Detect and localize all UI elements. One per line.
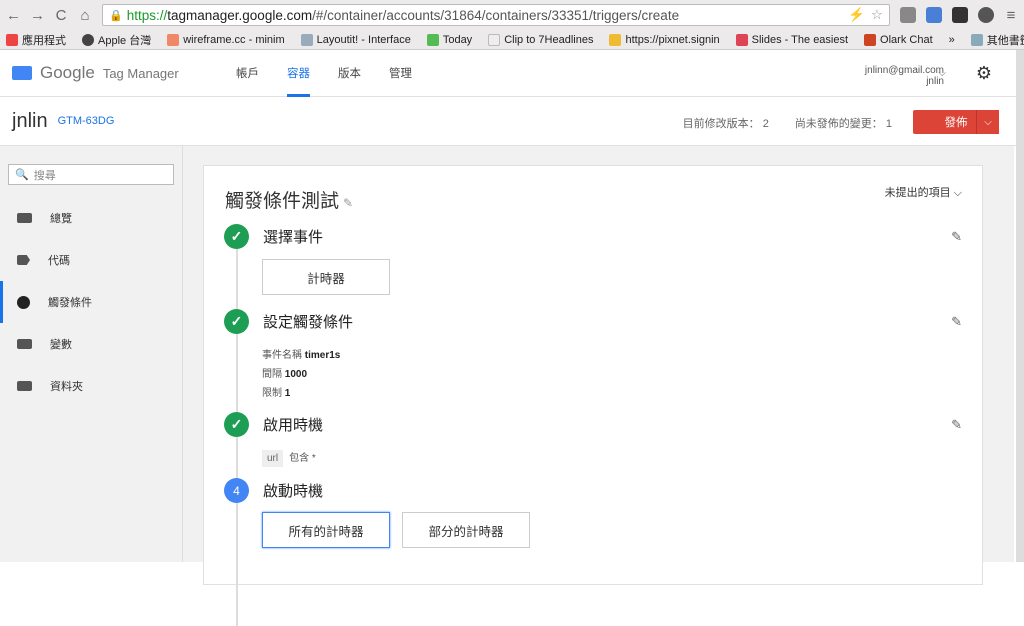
trigger-editor: 觸發條件測試 ✎ 未提出的項目 ⌵ ✓ 選擇事件 ✎ 計時器 ✓ 設定觸發條件 ✎ 事… [203, 165, 983, 626]
gtm-logo-icon [12, 66, 32, 80]
container-bar: jnlin GTM-63DG 目前修改版本： 2 尚未發佈的變更： 1 [0, 97, 1024, 146]
other-bookmarks[interactable]: 其他書籤 [970, 32, 1024, 48]
briefcase-icon [17, 213, 32, 223]
home-icon[interactable]: ⌂ [78, 7, 92, 24]
gtm-logo[interactable]: Google Tag Manager [12, 63, 222, 83]
bookmarks-bar: 應用程式 Apple 台灣 wireframe.cc - minim Layou… [0, 30, 1024, 50]
pocket-icon[interactable] [978, 7, 994, 23]
sidebar-item-variables[interactable]: 變數 [0, 323, 182, 365]
chevron-down-icon[interactable]: ⌵ [938, 68, 946, 79]
unpublished-changes: 尚未發佈的變更： 1 [794, 118, 892, 130]
interval: 間隔 1000 [262, 369, 308, 380]
account-switcher[interactable]: jnlinn@gmail.com jnlin [865, 65, 944, 87]
main-area: 觸發條件測試 ✎ 未提出的項目 ⌵ ✓ 選擇事件 ✎ 計時器 ✓ 設定觸發條件 ✎ 事… [183, 146, 1014, 626]
browser-chrome: ← → C ⌂ 🔒 https://tagmanager.google.com /… [0, 0, 1024, 50]
sidebar-item-triggers[interactable]: 觸發條件 [0, 281, 182, 323]
sidebar-item-overview[interactable]: 總覽 [0, 197, 182, 239]
extension-icon[interactable] [926, 7, 942, 23]
event-name: 事件名稱 timer1s [262, 350, 341, 361]
app-header: Google Tag Manager 帳戶 容器 版本 管理 jnlinn@gma… [0, 50, 1024, 97]
edit-icon[interactable]: ✎ [951, 229, 962, 245]
enable-condition: url 包含 * [262, 449, 316, 467]
some-timers-button[interactable]: 部分的計時器 [402, 512, 530, 548]
search-icon: 🔍 [15, 169, 29, 181]
tag-icon [17, 255, 30, 265]
bookmark[interactable]: 應用程式 [6, 32, 66, 48]
url-path: /#/container/accounts/31864/containers/3… [312, 7, 680, 23]
check-icon: ✓ [224, 412, 249, 437]
forward-icon[interactable]: → [30, 7, 45, 24]
bookmark[interactable]: wireframe.cc - minim [167, 34, 285, 46]
bookmark[interactable]: Layoutit! - Interface [300, 34, 411, 46]
folder-icon [17, 381, 32, 391]
bookmarks-more[interactable]: » [949, 34, 955, 46]
sidebar: 🔍 搜尋 總覽 代碼 觸發條件 變數 資料夾 [0, 146, 183, 562]
check-icon: ✓ [224, 309, 249, 334]
sidebar-item-folders[interactable]: 資料夾 [0, 365, 182, 407]
reload-icon[interactable]: C [54, 7, 68, 24]
edit-icon[interactable]: ✎ [951, 314, 962, 330]
back-icon[interactable]: ← [6, 7, 21, 24]
menu-icon[interactable]: ≡ [1004, 7, 1018, 24]
sidebar-item-tags[interactable]: 代碼 [0, 239, 182, 281]
variables-icon [17, 339, 32, 349]
bookmark[interactable]: Today [426, 34, 472, 46]
step-configure: ✓ 設定觸發條件 [224, 309, 353, 334]
nav-accounts[interactable]: 帳戶 [236, 65, 259, 81]
lock-icon: 🔒 [109, 9, 123, 22]
extension-icon[interactable] [900, 7, 916, 23]
bookmark[interactable]: https://pixnet.signin [609, 34, 720, 46]
all-timers-button[interactable]: 所有的計時器 [262, 512, 390, 548]
trigger-icon [17, 295, 30, 309]
bookmark[interactable]: Apple 台灣 [82, 32, 151, 48]
bookmark[interactable]: Olark Chat [864, 34, 933, 46]
nav-containers[interactable]: 容器 [287, 50, 310, 97]
container-id[interactable]: GTM-63DG [58, 115, 115, 127]
bookmark[interactable]: Slides - The easiest [735, 34, 848, 46]
publish-dropdown[interactable]: ⌵ [976, 110, 999, 134]
trigger-title[interactable]: 觸發條件測試 ✎ [225, 186, 353, 213]
qr-icon[interactable] [952, 7, 968, 23]
nav-versions[interactable]: 版本 [338, 65, 361, 81]
pencil-icon[interactable]: ✎ [343, 196, 353, 210]
step-number: 4 [224, 478, 249, 503]
bolt-icon[interactable]: ⚡ [848, 7, 865, 23]
edit-icon[interactable]: ✎ [951, 417, 962, 433]
star-icon[interactable]: ☆ [871, 7, 883, 23]
container-name: jnlin [12, 109, 48, 132]
limit: 限制 1 [262, 388, 291, 399]
nav-admin[interactable]: 管理 [389, 65, 412, 81]
unsubmitted-items-menu[interactable]: 未提出的項目 ⌵ [885, 184, 962, 200]
current-version: 目前修改版本： 2 [682, 118, 769, 130]
search-input[interactable]: 🔍 搜尋 [8, 164, 174, 185]
step-enable-when: ✓ 啟用時機 [224, 412, 323, 437]
step-choose-event: ✓ 選擇事件 [224, 224, 323, 249]
check-icon: ✓ [224, 224, 249, 249]
timer-event-button[interactable]: 計時器 [262, 259, 390, 295]
bookmark[interactable]: Clip to 7Headlines [488, 34, 593, 46]
gear-icon[interactable]: ⚙ [976, 63, 992, 84]
address-bar[interactable]: 🔒 https://tagmanager.google.com/#/contai… [102, 4, 890, 26]
scrollbar[interactable] [1016, 50, 1024, 562]
step-fire-on: 4 啟動時機 [224, 478, 323, 503]
url-scheme: https:// [126, 7, 168, 23]
url-host: tagmanager.google.com [167, 7, 313, 23]
